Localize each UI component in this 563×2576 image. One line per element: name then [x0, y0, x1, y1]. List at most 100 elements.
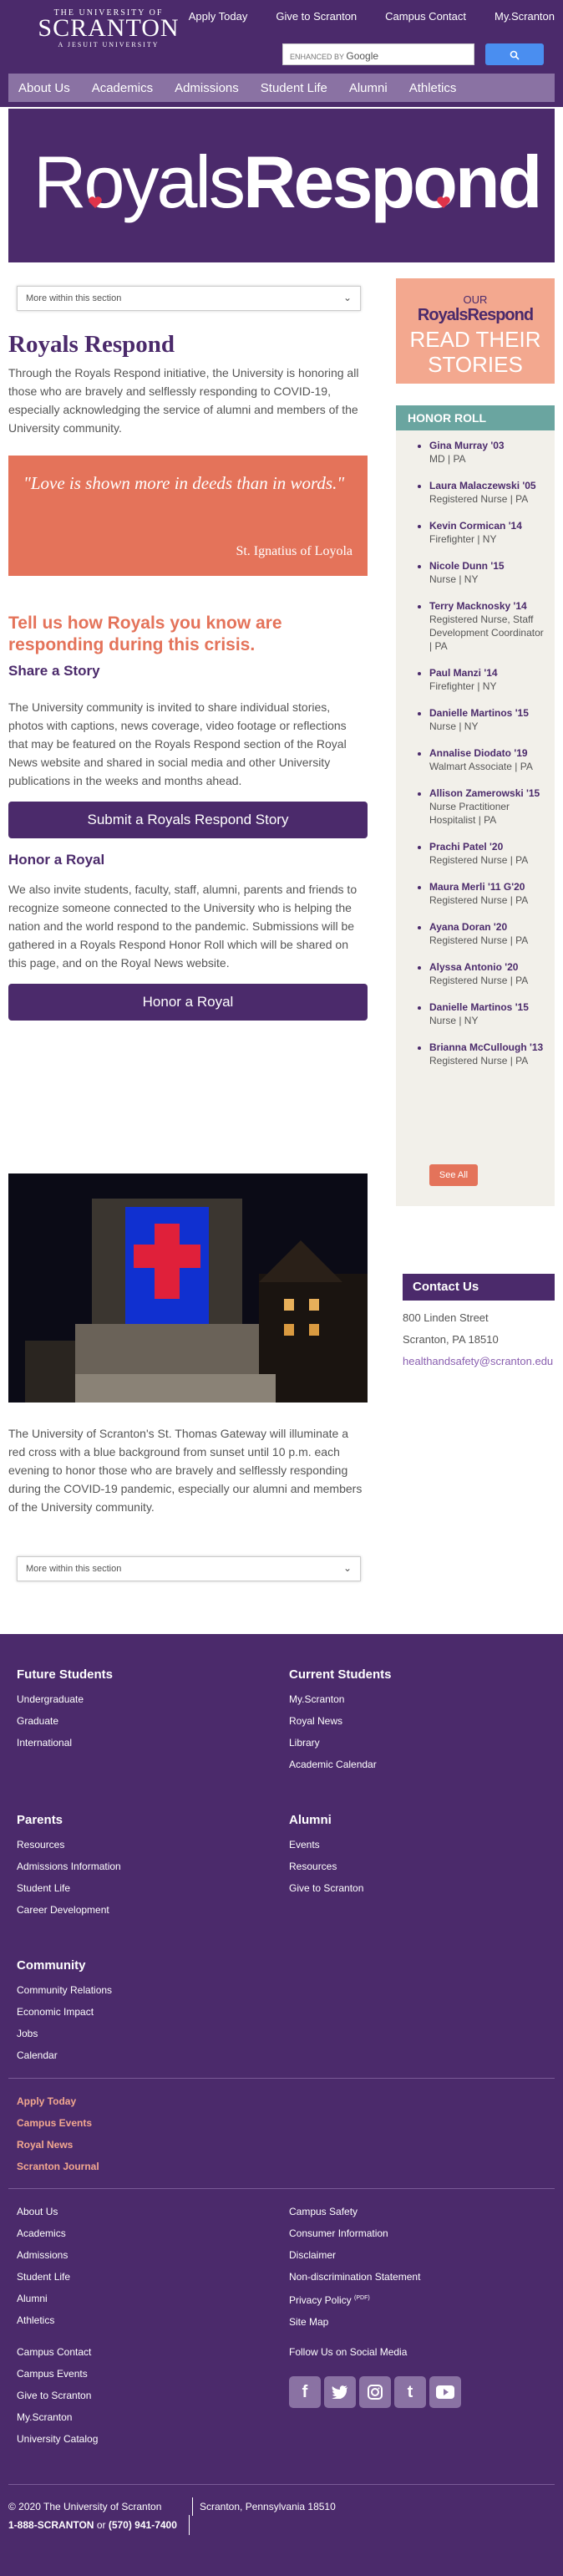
footer-link[interactable]: Career Development: [17, 1899, 121, 1921]
card-our: OUR: [463, 293, 488, 306]
footer-link[interactable]: Student Life: [17, 2266, 70, 2288]
submit-story-button[interactable]: Submit a Royals Respond Story: [8, 802, 368, 838]
main-nav: About Us Academics Admissions Student Li…: [0, 69, 563, 107]
give-link[interactable]: Give to Scranton: [276, 10, 357, 23]
section-dropdown-bottom[interactable]: More within this section ⌄: [17, 1556, 361, 1581]
chevron-down-icon: ⌄: [342, 292, 352, 303]
footer-link[interactable]: Community Relations: [17, 1979, 112, 2001]
footer-link[interactable]: Calendar: [17, 2044, 112, 2066]
footer-news-link[interactable]: Royal News: [17, 2134, 99, 2156]
footer-link[interactable]: Site Map: [289, 2311, 420, 2333]
honor-royal-button[interactable]: Honor a Royal: [8, 984, 368, 1021]
footer-link[interactable]: About Us: [17, 2201, 70, 2222]
university-logo[interactable]: THE UNIVERSITY OF SCRANTON A JESUIT UNIV…: [23, 8, 194, 48]
honor-roll: HONOR ROLL Gina Murray '03 MD | PA Laura M…: [396, 405, 555, 1206]
youtube-icon[interactable]: [429, 2376, 461, 2408]
footer-apply-link[interactable]: Apply Today: [17, 2090, 99, 2112]
footer-link[interactable]: Give to Scranton: [289, 1877, 363, 1899]
quote-author: St. Ignatius of Loyola: [236, 544, 353, 558]
footer-link[interactable]: Campus Events: [17, 2363, 98, 2385]
facebook-icon[interactable]: f: [289, 2376, 321, 2408]
footer-events-link[interactable]: Campus Events: [17, 2112, 99, 2134]
campus-contact-link[interactable]: Campus Contact: [385, 10, 466, 23]
footer-divider: [8, 2078, 555, 2079]
honoree-detail: Registered Nurse | PA: [429, 975, 529, 986]
footer-link[interactable]: Academics: [17, 2222, 70, 2244]
footer-link[interactable]: My.Scranton: [17, 2406, 98, 2428]
footer-link[interactable]: Admissions Information: [17, 1856, 121, 1877]
hero-banner: RoyalsRespond: [8, 109, 555, 262]
honor-roll-item: Danielle Martinos '15Nurse | NY: [429, 706, 548, 733]
footer-future-students: Future Students Undergraduate Graduate I…: [17, 1667, 113, 1754]
footer-link[interactable]: Student Life: [17, 1877, 121, 1899]
nav-academics[interactable]: Academics: [92, 81, 153, 95]
honoree-name: Paul Manzi '14: [429, 667, 498, 679]
footer-link[interactable]: Give to Scranton: [17, 2385, 98, 2406]
footer-link[interactable]: Disclaimer: [289, 2244, 420, 2266]
footer-link[interactable]: Resources: [17, 1834, 121, 1856]
contact-city: Scranton, PA 18510: [403, 1333, 499, 1346]
dropdown-label: More within this section: [26, 293, 122, 303]
copyright-text: © 2020 The University of Scranton: [8, 2501, 162, 2512]
search-button[interactable]: [485, 43, 544, 65]
footer-journal-link[interactable]: Scranton Journal: [17, 2156, 99, 2177]
honoree-detail: Walmart Associate | PA: [429, 761, 533, 772]
instagram-icon[interactable]: [359, 2376, 391, 2408]
honoree-detail: Registered Nurse | PA: [429, 934, 529, 946]
honoree-detail: Registered Nurse | PA: [429, 854, 529, 866]
honoree-name: Ayana Doran '20: [429, 921, 508, 933]
honoree-name: Annalise Diodato '19: [429, 747, 528, 759]
honor-royal-text: We also invite students, faculty, staff,…: [8, 883, 358, 970]
nav-alumni[interactable]: Alumni: [349, 81, 388, 95]
phone-tollfree[interactable]: 1-888-SCRANTON: [8, 2519, 94, 2531]
privacy-policy-link[interactable]: Privacy Policy: [289, 2294, 352, 2306]
social-links: f t: [289, 2376, 461, 2408]
my-scranton-link[interactable]: My.Scranton: [495, 10, 555, 23]
footer-link[interactable]: Resources: [289, 1856, 363, 1877]
footer-link[interactable]: International: [17, 1732, 113, 1754]
honor-roll-item: Paul Manzi '14Firefighter | NY: [429, 666, 548, 693]
tumblr-icon[interactable]: t: [394, 2376, 426, 2408]
search-enhanced-label: ENHANCED BY: [290, 53, 344, 61]
nav-about-us[interactable]: About Us: [18, 81, 70, 95]
footer-link[interactable]: Admissions: [17, 2244, 70, 2266]
footer-link[interactable]: University Catalog: [17, 2428, 98, 2450]
footer-link[interactable]: Non-discrimination Statement: [289, 2266, 420, 2288]
footer-link[interactable]: Athletics: [17, 2309, 70, 2331]
footer-link[interactable]: Consumer Information: [289, 2222, 420, 2244]
honor-roll-item: Annalise Diodato '19 Walmart Associate | …: [429, 746, 548, 773]
footer-link[interactable]: Events: [289, 1834, 363, 1856]
footer-col1: About Us Academics Admissions Student Li…: [17, 2201, 70, 2331]
see-all-button[interactable]: See All: [429, 1164, 478, 1186]
twitter-icon[interactable]: [324, 2376, 356, 2408]
photo-caption: The University of Scranton's St. Thomas …: [8, 1427, 363, 1514]
footer-link[interactable]: Graduate: [17, 1710, 113, 1732]
read-stories-card[interactable]: OUR RoyalsRespond READ THEIR STORIES: [396, 278, 555, 384]
search-input[interactable]: ENHANCED BY Google: [282, 43, 474, 65]
nav-student-life[interactable]: Student Life: [261, 81, 327, 95]
footer-link[interactable]: Economic Impact: [17, 2001, 112, 2023]
footer-address: Scranton, Pennsylvania 18510: [192, 2497, 336, 2516]
footer-link[interactable]: My.Scranton: [289, 1688, 392, 1710]
utility-nav: Apply Today Give to Scranton Campus Cont…: [189, 10, 555, 23]
section-dropdown[interactable]: More within this section ⌄: [17, 286, 361, 311]
footer-link[interactable]: Campus Safety: [289, 2201, 420, 2222]
footer-link[interactable]: Academic Calendar: [289, 1754, 392, 1775]
footer-link[interactable]: Undergraduate: [17, 1688, 113, 1710]
nav-athletics[interactable]: Athletics: [409, 81, 457, 95]
honoree-name: Gina Murray '03: [429, 440, 505, 451]
honor-roll-title: HONOR ROLL: [396, 405, 555, 430]
footer-link[interactable]: Privacy Policy (PDF): [289, 2288, 420, 2311]
footer-link[interactable]: Campus Contact: [17, 2341, 98, 2363]
footer-link[interactable]: Jobs: [17, 2023, 112, 2044]
apply-today-link[interactable]: Apply Today: [189, 10, 248, 23]
honoree-name: Alyssa Antonio '20: [429, 961, 519, 973]
chevron-down-icon: ⌄: [342, 1562, 352, 1574]
contact-email-link[interactable]: healthandsafety@scranton.edu: [403, 1355, 553, 1367]
footer-link[interactable]: Library: [289, 1732, 392, 1754]
phone-local[interactable]: (570) 941-7400: [109, 2519, 177, 2531]
footer-heading: Alumni: [289, 1813, 332, 1827]
footer-link[interactable]: Alumni: [17, 2288, 70, 2309]
footer-link[interactable]: Royal News: [289, 1710, 392, 1732]
nav-admissions[interactable]: Admissions: [175, 81, 239, 95]
